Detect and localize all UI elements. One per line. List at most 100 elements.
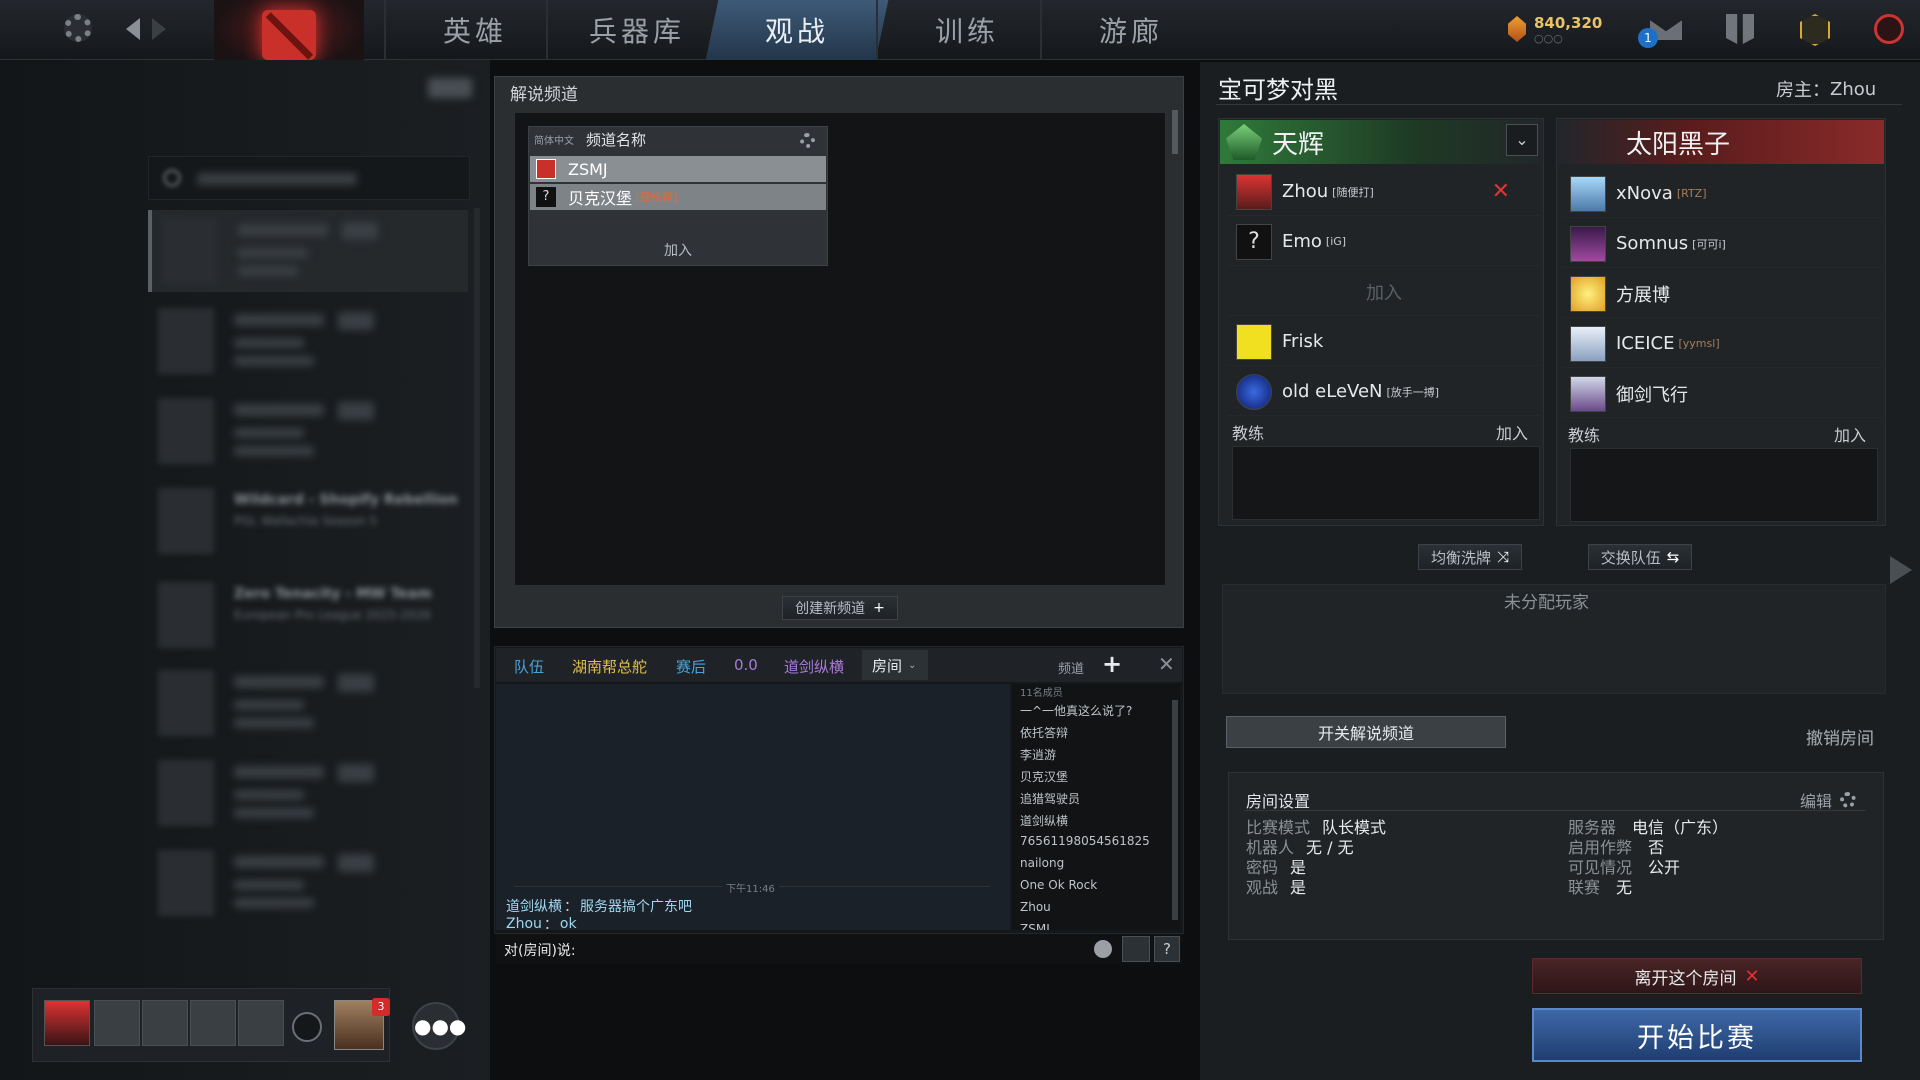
chat-text: ok: [559, 916, 577, 932]
host-name[interactable]: Zhou: [1830, 79, 1876, 100]
party-slot-empty[interactable]: [94, 1000, 140, 1046]
list-item[interactable]: Wildcard - Shopify Rebellion PGL Wallachi…: [148, 480, 468, 562]
scroll-right-arrow-icon[interactable]: [1890, 556, 1912, 584]
channel-row[interactable]: ZSMJ: [530, 156, 826, 182]
voice-chat-headset-icon[interactable]: [292, 1012, 322, 1042]
replay-thumbnail-icon: [158, 760, 214, 826]
dire-coach-join-button[interactable]: 加入: [1834, 422, 1866, 446]
caster-channel-title: 解说频道: [510, 85, 578, 105]
list-item[interactable]: Zero Tenacity - MW Team European Pro Leag…: [148, 574, 468, 674]
shuffle-button[interactable]: 均衡洗牌 ⤨: [1418, 544, 1522, 570]
settings-title: 房间设置: [1246, 792, 1311, 811]
setting-key: 观战: [1246, 878, 1279, 897]
social-group-icon[interactable]: ●●●: [412, 1002, 466, 1050]
member-item[interactable]: 一^一他真这么说了?: [1020, 702, 1132, 719]
avatar: [1236, 323, 1272, 360]
list-item[interactable]: [148, 390, 468, 472]
party-slot-self[interactable]: [44, 1000, 90, 1046]
setting-value: 无: [1616, 878, 1633, 897]
list-item[interactable]: [148, 300, 468, 382]
member-item[interactable]: 道剑纵横: [1020, 812, 1068, 829]
sidebar-toggle-button[interactable]: ▮▮: [428, 78, 472, 98]
radiant-coach-join-button[interactable]: 加入: [1496, 420, 1528, 444]
tab-postgame[interactable]: 赛后: [676, 656, 706, 677]
emoji-icon[interactable]: [1094, 940, 1112, 958]
party-slot-empty[interactable]: [238, 1000, 284, 1046]
tab-room[interactable]: 房间 ⌄: [862, 650, 928, 680]
radiant-team-name: 天辉: [1272, 130, 1325, 160]
channel-join-button[interactable]: 加入: [530, 238, 826, 264]
forward-arrow-icon[interactable]: [152, 18, 166, 40]
member-item[interactable]: 贝克汉堡: [1020, 768, 1068, 785]
list-item[interactable]: [148, 662, 468, 744]
player-name: 方展博: [1616, 284, 1670, 306]
player-slot[interactable]: ? Emo [iG]: [1228, 218, 1540, 266]
member-item[interactable]: nailong: [1020, 856, 1064, 870]
player-slot[interactable]: Zhou [随便打] ✕: [1228, 168, 1540, 216]
chat-wheel-icon[interactable]: [1122, 936, 1150, 962]
replay-search-input[interactable]: [148, 156, 470, 200]
player-slot[interactable]: Frisk: [1228, 318, 1540, 366]
sidebar-scrollbar[interactable]: [474, 208, 480, 688]
party-slot-empty[interactable]: [190, 1000, 236, 1046]
tab-armory[interactable]: 兵器库: [546, 0, 726, 60]
currency-sub: ○○○: [1534, 32, 1563, 45]
toggle-caster-channel-button[interactable]: 开关解说频道: [1226, 716, 1506, 748]
lobby-title: 宝可梦对黑: [1218, 76, 1338, 104]
channel-settings-gear-icon[interactable]: [800, 133, 815, 148]
member-item[interactable]: 依托答辩: [1020, 724, 1068, 741]
radiant-dropdown-button[interactable]: ⌄: [1506, 124, 1538, 156]
add-channel-icon[interactable]: +: [1102, 650, 1122, 678]
chat-help-button[interactable]: ?: [1154, 936, 1180, 962]
list-item[interactable]: [148, 752, 468, 834]
unassigned-label: 未分配玩家: [1504, 593, 1589, 613]
create-channel-button[interactable]: 创建新频道 +: [782, 596, 898, 620]
replay-thumbnail-icon: [158, 850, 214, 916]
chat-sender[interactable]: 道剑纵横: [506, 896, 562, 916]
kick-close-icon[interactable]: ✕: [1492, 179, 1510, 204]
member-item[interactable]: 追猎驾驶员: [1020, 790, 1080, 807]
party-slot-empty[interactable]: [142, 1000, 188, 1046]
caster-scrollbar[interactable]: [1172, 110, 1178, 154]
shuffle-icon: ⤨: [1497, 548, 1510, 566]
leave-lobby-button[interactable]: 离开这个房间 ✕: [1532, 958, 1862, 994]
member-item[interactable]: 李逍游: [1020, 746, 1056, 763]
cancel-lobby-button[interactable]: 撤销房间: [1806, 724, 1874, 749]
channel-row[interactable]: ? 贝克汉堡 [硬核帮]: [530, 184, 826, 210]
member-item[interactable]: ZSMJ: [1020, 922, 1050, 930]
close-chat-icon[interactable]: ✕: [1158, 652, 1175, 676]
player-slot[interactable]: Somnus [可可i]: [1562, 220, 1882, 268]
tab-daojian[interactable]: 道剑纵横: [784, 656, 844, 677]
power-exit-icon[interactable]: [1874, 14, 1904, 44]
back-arrow-icon[interactable]: [126, 18, 140, 40]
start-game-button[interactable]: 开始比赛: [1532, 1008, 1862, 1062]
player-slot[interactable]: 方展博: [1562, 270, 1882, 318]
tab-watch[interactable]: 观战: [705, 0, 889, 60]
tab-learn[interactable]: 训练: [876, 0, 1056, 60]
tab-heroes[interactable]: 英雄: [384, 0, 564, 60]
member-list-scrollbar[interactable]: [1172, 700, 1178, 920]
gear-icon[interactable]: [64, 14, 92, 42]
swap-teams-button[interactable]: 交换队伍 ⇆: [1588, 544, 1692, 570]
player-slot[interactable]: ICEICE [yymsl]: [1562, 320, 1882, 368]
settings-edit-button[interactable]: 编辑: [1800, 788, 1857, 812]
member-item[interactable]: 76561198054561825: [1020, 834, 1150, 848]
setting-spectate: 观战是: [1246, 874, 1306, 898]
member-item[interactable]: One Ok Rock: [1020, 878, 1097, 892]
list-item[interactable]: [148, 842, 468, 924]
member-item[interactable]: Zhou: [1020, 900, 1051, 914]
player-tag: [yymsl]: [1678, 337, 1720, 350]
player-slot[interactable]: old eLeVeN [放手一搏]: [1228, 368, 1540, 416]
tab-0-0[interactable]: 0.0: [734, 656, 758, 674]
list-item[interactable]: [148, 210, 468, 292]
tab-team[interactable]: 队伍: [514, 656, 544, 677]
setting-value: 是: [1290, 878, 1307, 897]
empty-slot-join[interactable]: 加入: [1228, 268, 1540, 316]
radiant-header: [1220, 120, 1542, 164]
tab-arcade[interactable]: 游廊: [1040, 0, 1220, 60]
chat-sender[interactable]: Zhou: [506, 916, 542, 932]
player-slot[interactable]: xNova [RTZ]: [1562, 170, 1882, 218]
tab-hunan-guild[interactable]: 湖南帮总舵: [572, 656, 647, 677]
player-slot[interactable]: 御剑飞行: [1562, 370, 1882, 418]
chat-input[interactable]: 对(房间)说:: [496, 934, 1182, 964]
